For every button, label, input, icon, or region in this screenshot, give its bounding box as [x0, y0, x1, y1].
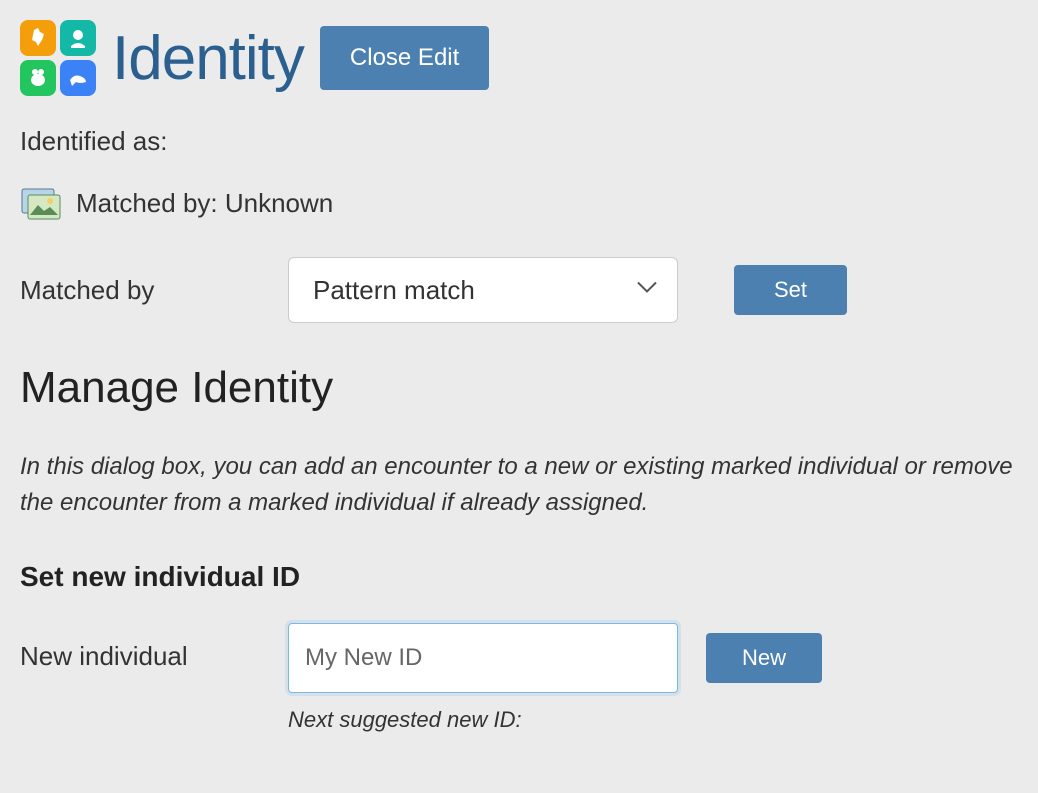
new-button[interactable]: New: [706, 633, 822, 683]
logo-tile-icon: [20, 20, 56, 56]
photo-icon: [20, 185, 62, 221]
logo-tile-icon: [60, 20, 96, 56]
match-type-select[interactable]: Pattern match: [288, 257, 678, 323]
next-suggested-id-hint: Next suggested new ID:: [288, 707, 678, 733]
header-row: Identity Close Edit: [20, 20, 1018, 96]
matched-by-form-row: Matched by Pattern match Set: [20, 257, 1018, 323]
new-individual-row: New individual Next suggested new ID: Ne…: [20, 623, 1018, 733]
matched-by-text: Matched by: Unknown: [76, 188, 333, 219]
close-edit-button[interactable]: Close Edit: [320, 26, 489, 90]
logo-tile-icon: [60, 60, 96, 96]
identified-as-label: Identified as:: [20, 126, 1018, 157]
match-type-select-wrap: Pattern match: [288, 257, 678, 323]
manage-identity-help: In this dialog box, you can add an encou…: [20, 449, 1018, 521]
matched-by-row: Matched by: Unknown: [20, 185, 1018, 221]
set-new-id-heading: Set new individual ID: [20, 561, 1018, 593]
new-individual-label: New individual: [20, 623, 288, 672]
set-button[interactable]: Set: [734, 265, 847, 315]
app-logo: [20, 20, 96, 96]
new-individual-input[interactable]: [288, 623, 678, 693]
page-title: Identity: [112, 23, 304, 94]
manage-identity-title: Manage Identity: [20, 363, 1018, 413]
new-individual-input-col: Next suggested new ID:: [288, 623, 678, 733]
matched-by-label: Matched by: [20, 275, 288, 306]
logo-tile-icon: [20, 60, 56, 96]
